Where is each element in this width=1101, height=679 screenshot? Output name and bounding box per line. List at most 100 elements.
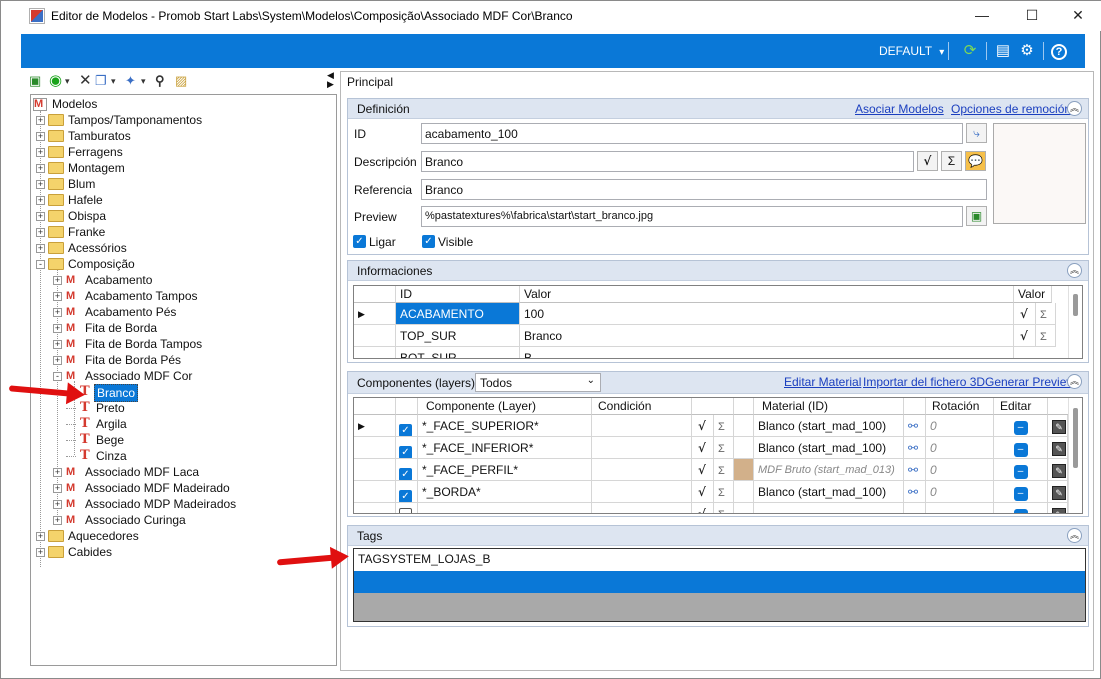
- column-header-valor[interactable]: Valor: [520, 286, 1014, 303]
- tree-model[interactable]: + M Acabamento: [53, 272, 336, 288]
- expand-icon[interactable]: +: [36, 548, 45, 557]
- tree-item[interactable]: TBranco: [66, 384, 336, 402]
- info-cell-id[interactable]: ACABAMENTO: [396, 303, 520, 325]
- expand-icon[interactable]: +: [53, 500, 62, 509]
- formula-icon[interactable]: √: [692, 481, 714, 503]
- layer-filter-select[interactable]: Todos ⌄: [475, 373, 601, 392]
- info-cell-id[interactable]: BOT_SUR: [396, 347, 520, 358]
- preview-path-field[interactable]: %pastatextures%\fabrica\start\start_bran…: [421, 206, 963, 227]
- tree-folder[interactable]: + Tamburatos: [36, 128, 326, 144]
- referencia-field[interactable]: Branco: [421, 179, 987, 200]
- component-cell[interactable]: [418, 503, 592, 513]
- expand-icon[interactable]: +: [53, 356, 62, 365]
- tree-model[interactable]: + M Acabamento Pés: [53, 304, 336, 320]
- tree-model[interactable]: + M Acabamento Tampos: [53, 288, 336, 304]
- rotation-cell[interactable]: 0: [926, 437, 994, 459]
- edit-cell[interactable]: –: [994, 503, 1048, 513]
- tree-model[interactable]: + M Fita de Borda Pés: [53, 352, 336, 368]
- column-header-id[interactable]: ID: [396, 286, 520, 303]
- expand-icon[interactable]: +: [53, 308, 62, 317]
- checkbox[interactable]: ✓: [399, 490, 412, 502]
- search-material-icon[interactable]: [904, 503, 926, 513]
- rotation-cell[interactable]: 0: [926, 481, 994, 503]
- sum-icon[interactable]: Σ: [714, 437, 734, 459]
- edit-cell[interactable]: –: [994, 415, 1048, 437]
- edit-button[interactable]: –: [1013, 509, 1028, 513]
- formula-button[interactable]: √: [917, 151, 938, 171]
- scrollbar-thumb[interactable]: [1073, 408, 1078, 468]
- expand-icon[interactable]: +: [36, 164, 45, 173]
- importar-fichero-link[interactable]: Importar del fichero 3D: [863, 375, 985, 389]
- expand-icon[interactable]: +: [36, 148, 45, 157]
- chevron-down-icon[interactable]: ▾: [111, 73, 116, 89]
- tree-folder[interactable]: + Franke: [36, 224, 326, 240]
- column-header-rotacion[interactable]: Rotación: [926, 398, 994, 415]
- search-material-icon[interactable]: ⚯: [904, 437, 926, 459]
- component-checkbox[interactable]: ✓: [396, 459, 418, 481]
- expand-icon[interactable]: +: [53, 340, 62, 349]
- asociar-modelos-link[interactable]: Asociar Modelos: [855, 102, 944, 116]
- tree-item[interactable]: T Bege: [66, 432, 336, 448]
- new-model-icon[interactable]: ▣: [29, 73, 41, 89]
- collapse-icon[interactable]: ︽: [1067, 263, 1082, 278]
- component-cell[interactable]: *_BORDA*: [418, 481, 592, 503]
- condition-cell[interactable]: [592, 503, 692, 513]
- preset-dropdown[interactable]: DEFAULT ▾: [879, 44, 944, 58]
- tree-folder[interactable]: + Ferragens: [36, 144, 326, 160]
- selected-tag-row[interactable]: [354, 571, 1085, 593]
- tree-item[interactable]: T Cinza: [66, 448, 336, 464]
- settings-icon[interactable]: ⚙: [1018, 42, 1036, 60]
- ligar-checkbox[interactable]: ✓: [353, 235, 366, 248]
- tree-item[interactable]: T Argila: [66, 416, 336, 432]
- add-icon[interactable]: ◉: [49, 73, 62, 89]
- material-cell[interactable]: Blanco (start_mad_100): [754, 437, 904, 459]
- checkbox[interactable]: ✓: [399, 468, 412, 480]
- help-icon[interactable]: ?: [1051, 44, 1067, 60]
- info-cell-valor[interactable]: B...: [520, 347, 1014, 358]
- pick-id-button[interactable]: ⤷: [966, 123, 987, 143]
- sum-icon[interactable]: Σ: [1036, 303, 1056, 325]
- collapse-icon[interactable]: ︽: [1067, 528, 1082, 543]
- material-cell[interactable]: Blanco (start_mad_100): [754, 481, 904, 503]
- descripcion-field[interactable]: Branco: [421, 151, 914, 172]
- scrollbar-thumb[interactable]: [1073, 294, 1078, 316]
- edit-button[interactable]: –: [1013, 421, 1028, 435]
- tree-folder[interactable]: + Aquecedores: [36, 528, 326, 544]
- tree-folder[interactable]: + Cabides: [36, 544, 326, 560]
- checkbox[interactable]: ✓: [399, 446, 412, 458]
- vertical-scrollbar[interactable]: [1068, 398, 1082, 513]
- expand-icon[interactable]: +: [53, 516, 62, 525]
- sum-icon[interactable]: Σ: [714, 503, 734, 513]
- edit-button[interactable]: –: [1013, 465, 1028, 479]
- info-cell-id[interactable]: TOP_SUR: [396, 325, 520, 347]
- edit-button[interactable]: –: [1013, 443, 1028, 457]
- model-tree[interactable]: M Modelos + Tampos/Tamponamentos + Tamburat…: [30, 94, 337, 666]
- chevron-down-icon[interactable]: ▾: [65, 73, 70, 89]
- edit-button[interactable]: –: [1013, 487, 1028, 501]
- id-field[interactable]: acabamento_100: [421, 123, 963, 144]
- sum-button[interactable]: Σ: [941, 151, 962, 171]
- opciones-remocion-link[interactable]: Opciones de remoción: [951, 102, 1071, 116]
- rotation-cell[interactable]: 0: [926, 459, 994, 481]
- edit-cell[interactable]: –: [994, 437, 1048, 459]
- expand-icon[interactable]: +: [53, 468, 62, 477]
- edit-cell[interactable]: –: [994, 459, 1048, 481]
- expand-icon[interactable]: +: [36, 244, 45, 253]
- material-editor-icon[interactable]: ✎: [1048, 415, 1068, 437]
- tree-model[interactable]: + M Associado MDF Laca: [53, 464, 336, 480]
- component-cell[interactable]: *_FACE_PERFIL*: [418, 459, 592, 481]
- visible-checkbox[interactable]: ✓: [422, 235, 435, 248]
- refresh-icon[interactable]: ⟳: [961, 42, 979, 60]
- condition-cell[interactable]: [592, 437, 692, 459]
- info-cell-valor[interactable]: 100: [520, 303, 1014, 325]
- column-header-condicion[interactable]: Condición: [592, 398, 692, 415]
- expand-icon[interactable]: +: [53, 324, 62, 333]
- expand-icon[interactable]: +: [36, 180, 45, 189]
- condition-cell[interactable]: [592, 459, 692, 481]
- tree-folder[interactable]: + Obispa: [36, 208, 326, 224]
- material-editor-icon[interactable]: ✎: [1048, 459, 1068, 481]
- maximize-button[interactable]: ☐: [1009, 1, 1055, 31]
- vertical-scrollbar[interactable]: [1068, 286, 1082, 358]
- collapse-icon[interactable]: ︽: [1067, 101, 1082, 116]
- material-editor-icon[interactable]: ✎: [1048, 503, 1068, 513]
